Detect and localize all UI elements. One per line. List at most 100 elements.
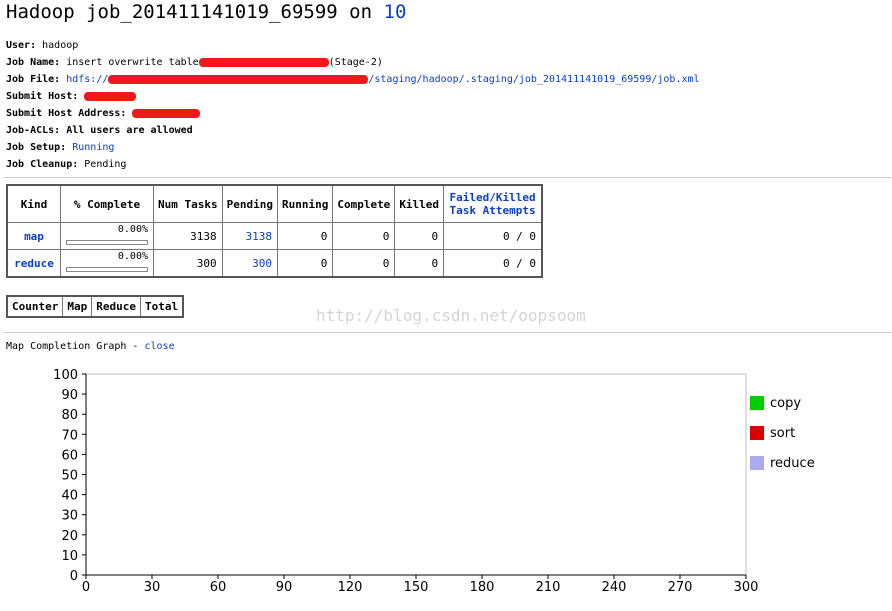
y-tick-label: 70: [61, 428, 78, 443]
col-counter: Counter: [6, 295, 64, 318]
x-tick-label: 0: [82, 580, 90, 595]
divider: [4, 332, 891, 333]
x-tick-label: 240: [602, 580, 627, 595]
col-reduce: Reduce: [91, 295, 141, 318]
percent-text: 0.00%: [117, 250, 148, 262]
redaction-mark: [84, 91, 137, 101]
job-file-label: Job File:: [6, 74, 61, 85]
setup-line: Job Setup: Running: [6, 139, 700, 156]
table-header-row: Kind % Complete Num Tasks Pending Runnin…: [6, 184, 543, 223]
host-link[interactable]: 10: [384, 1, 407, 23]
running-cell: 0: [276, 249, 334, 278]
close-graph-link[interactable]: close: [144, 341, 174, 352]
col-pending: Pending: [221, 184, 278, 223]
x-tick-label: 60: [210, 580, 227, 595]
user-value: hadoop: [42, 40, 79, 51]
job-name-label: Job Name:: [6, 57, 61, 68]
y-tick-label: 0: [70, 569, 78, 584]
col-kind: Kind: [6, 184, 61, 223]
x-tick-label: 210: [536, 580, 561, 595]
acls-label: Job-ACLs:: [6, 125, 61, 136]
counter-header-row: Counter Map Reduce Total: [6, 295, 184, 318]
table-row: reduce 0.00% 300 300 0 0 0 0 / 0: [6, 249, 543, 278]
percent-text: 0.00%: [117, 223, 148, 235]
setup-link[interactable]: Running: [72, 142, 114, 153]
submit-host-address-label: Submit Host Address:: [6, 108, 127, 119]
pending-link[interactable]: 300: [252, 257, 272, 270]
y-tick-label: 40: [61, 489, 78, 504]
plot-area: [85, 373, 747, 576]
legend-label: sort: [770, 426, 795, 441]
y-tick-label: 90: [61, 388, 78, 403]
x-tick-label: 90: [276, 580, 293, 595]
legend-swatch: [750, 456, 764, 470]
kind-cell[interactable]: reduce: [6, 249, 61, 278]
x-tick-label: 120: [338, 580, 363, 595]
y-tick-label: 80: [61, 408, 78, 423]
legend-swatch: [750, 396, 764, 410]
num-tasks-cell: 300: [153, 249, 223, 278]
running-cell: 0: [276, 222, 334, 250]
col-killed: Killed: [394, 184, 445, 223]
graph-label: Map Completion Graph - close: [6, 341, 175, 352]
graph-title: Map Completion Graph -: [6, 341, 139, 352]
job-name-line: Job Name: insert overwrite table (Stage-2…: [6, 54, 700, 71]
job-file-link[interactable]: hdfs:///staging/hadoop/.staging/job_2014…: [66, 74, 699, 85]
complete-cell: 0: [332, 249, 396, 278]
kind-cell[interactable]: map: [6, 222, 61, 250]
x-tick-label: 300: [734, 580, 759, 595]
legend-label: copy: [770, 396, 801, 411]
col-complete-count: Complete: [332, 184, 396, 223]
progress-cell: 0.00%: [60, 222, 154, 250]
complete-cell: 0: [332, 222, 396, 250]
cleanup-label: Job Cleanup:: [6, 159, 79, 170]
submit-host-address-line: Submit Host Address:: [6, 105, 700, 122]
progress-cell: 0.00%: [60, 249, 154, 278]
job-name-value: insert overwrite table: [66, 57, 199, 68]
pending-link[interactable]: 3138: [245, 230, 272, 243]
job-info: User: hadoop Job Name: insert overwrite …: [6, 37, 700, 173]
pending-cell[interactable]: 300: [221, 249, 278, 278]
cleanup-value: Pending: [84, 159, 127, 170]
table-row: map 0.00% 3138 3138 0 0 0 0 / 0: [6, 222, 543, 250]
acls-line: Job-ACLs: All users are allowed: [6, 122, 700, 139]
pending-cell[interactable]: 3138: [221, 222, 278, 250]
col-failed-killed[interactable]: Failed/Killed Task Attempts: [443, 184, 543, 223]
y-tick-label: 60: [61, 448, 78, 463]
divider: [4, 177, 891, 178]
col-map: Map: [62, 295, 93, 318]
failed-killed-link[interactable]: Failed/Killed Task Attempts: [450, 191, 536, 217]
y-tick-label: 50: [61, 469, 78, 484]
redaction-mark: [108, 74, 369, 84]
job-name-suffix: (Stage-2): [328, 57, 383, 68]
col-complete: % Complete: [60, 184, 154, 223]
legend-label: reduce: [770, 456, 815, 471]
col-running: Running: [276, 184, 334, 223]
user-line: User: hadoop: [6, 37, 700, 54]
legend-swatch: [750, 426, 764, 440]
user-label: User:: [6, 40, 37, 51]
map-completion-chart: 0 10 20 30 40 50 60 70 80 90 100 0 30 60 90 120 150 180 21…: [53, 368, 815, 595]
x-tick-label: 150: [404, 580, 429, 595]
killed-cell: 0: [394, 249, 445, 278]
map-link[interactable]: map: [24, 230, 44, 243]
redaction-mark: [198, 57, 329, 67]
cleanup-line: Job Cleanup: Pending: [6, 156, 700, 173]
submit-host-label: Submit Host:: [6, 91, 79, 102]
watermark: http://blog.csdn.net/oopsoom: [316, 306, 586, 325]
job-task-table: Kind % Complete Num Tasks Pending Runnin…: [6, 184, 544, 278]
job-file-line: Job File: hdfs:///staging/hadoop/.stagin…: [6, 71, 700, 88]
redaction-mark: [132, 108, 201, 118]
counter-table: Counter Map Reduce Total: [6, 295, 185, 318]
title-text: Hadoop job_201411141019_69599 on: [6, 1, 373, 23]
y-tick-label: 20: [61, 529, 78, 544]
y-tick-label: 30: [61, 509, 78, 524]
setup-label: Job Setup:: [6, 142, 67, 153]
col-total: Total: [139, 295, 184, 318]
failed-cell: 0 / 0: [443, 222, 543, 250]
x-tick-label: 270: [668, 580, 693, 595]
reduce-link[interactable]: reduce: [14, 257, 54, 270]
y-tick-label: 10: [61, 549, 78, 564]
x-tick-label: 180: [470, 580, 495, 595]
x-tick-label: 30: [144, 580, 161, 595]
